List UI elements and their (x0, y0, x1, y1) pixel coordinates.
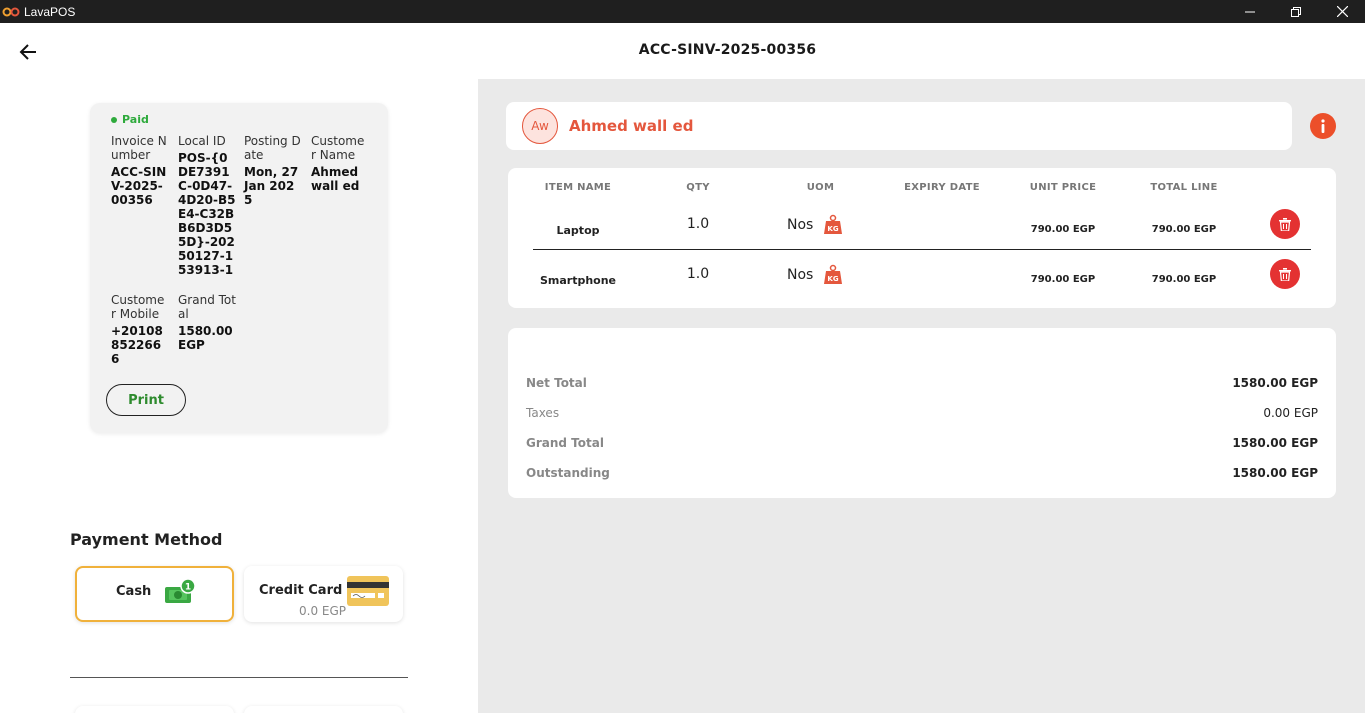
lavapos-logo-icon (2, 7, 20, 17)
totals-card: Net Total 1580.00 EGP Taxes 0.00 EGP Gra… (508, 328, 1336, 498)
weight-kg-icon: KG (822, 214, 844, 236)
unit-price-cell: 790.00 EGP (1030, 224, 1096, 235)
invoice-number-field: Invoice Number ACC-SINV-2025-00356 (111, 134, 169, 207)
uom-label: Nos (787, 217, 814, 233)
customer-mobile-label: Customer Mobile (111, 293, 165, 321)
row-divider (533, 249, 1311, 250)
close-button[interactable] (1319, 0, 1365, 23)
column-header-unit-price: UNIT PRICE (1029, 182, 1097, 193)
window-controls (1227, 0, 1365, 23)
minimize-button[interactable] (1227, 0, 1273, 23)
grand-total-field: Grand Total 1580.00 EGP (178, 293, 236, 352)
print-button[interactable]: Print (106, 384, 186, 416)
total-line-cell: 790.00 EGP (1151, 274, 1217, 285)
avatar: Aw (522, 108, 558, 144)
column-header-qty: QTY (686, 182, 710, 193)
unit-price-cell: 790.00 EGP (1030, 274, 1096, 285)
delete-item-button[interactable] (1270, 209, 1300, 239)
item-name-cell: Laptop (556, 224, 600, 237)
page-title: ACC-SINV-2025-00356 (638, 42, 817, 58)
payment-method-cash[interactable]: Cash 1 (75, 566, 234, 622)
taxes-label: Taxes (526, 406, 560, 420)
items-table: ITEM NAME QTY UOM EXPIRY DATE UNIT PRICE… (508, 168, 1336, 308)
status-label: Paid (122, 113, 149, 126)
invoice-number-value: ACC-SINV-2025-00356 (111, 165, 167, 207)
customer-bar: Aw Ahmed wall ed (506, 102, 1292, 150)
qty-cell[interactable]: 1.0 (673, 266, 723, 282)
uom-label: Nos (787, 267, 814, 283)
svg-text:KG: KG (828, 225, 839, 233)
customer-name-value: Ahmed wall ed (311, 165, 360, 193)
grand-total-value: 1580.00 EGP (178, 324, 233, 352)
outstanding-value: 1580.00 EGP (1232, 466, 1318, 480)
item-name-cell: Smartphone (539, 274, 617, 287)
status-dot-icon (111, 116, 117, 123)
column-header-item-name: ITEM NAME (544, 182, 612, 193)
grand-total-value: 1580.00 EGP (1232, 436, 1318, 450)
net-total-label: Net Total (526, 376, 587, 390)
local-id-value: POS-{0DE7391C-0D47-4D20-B5E4-C32BB6D3D55… (178, 151, 236, 277)
customer-name-label: Customer Name (311, 134, 365, 162)
local-id-label: Local ID (178, 134, 226, 148)
payment-method-title: Payment Method (70, 530, 223, 549)
app-title: LavaPOS (24, 4, 76, 19)
payment-option-card[interactable] (244, 706, 403, 713)
info-button[interactable] (1310, 113, 1336, 139)
window-titlebar: LavaPOS (0, 0, 1365, 23)
payment-method-credit-card[interactable]: Credit Card 0.0 EGP (244, 566, 403, 622)
payment-method-amount: 0.0 EGP (299, 604, 347, 618)
payment-method-label: Cash (116, 584, 152, 599)
trash-icon (1279, 217, 1291, 231)
payment-method-label: Credit Card (259, 583, 343, 598)
weight-kg-icon: KG (822, 264, 844, 286)
section-divider (70, 677, 408, 678)
uom-cell[interactable]: Nos KG (787, 214, 844, 236)
column-header-expiry-date: EXPIRY DATE (904, 182, 980, 193)
net-total-value: 1580.00 EGP (1232, 376, 1318, 390)
grand-total-label: Grand Total (178, 293, 236, 321)
customer-mobile-value: +201088522666 (111, 324, 163, 366)
invoice-summary-card: Paid Invoice Number ACC-SINV-2025-00356 … (90, 103, 388, 433)
status-badge: Paid (111, 113, 149, 126)
grand-total-label: Grand Total (526, 436, 604, 450)
column-header-total-line: TOTAL LINE (1150, 182, 1218, 193)
info-icon (1321, 119, 1325, 133)
posting-date-field: Posting Date Mon, 27 Jan 2025 (244, 134, 302, 207)
customer-name: Ahmed wall ed (569, 117, 694, 135)
posting-date-value: Mon, 27 Jan 2025 (244, 165, 299, 207)
column-header-uom: UOM (806, 182, 835, 193)
total-line-cell: 790.00 EGP (1151, 224, 1217, 235)
uom-cell[interactable]: Nos KG (787, 264, 844, 286)
qty-cell[interactable]: 1.0 (673, 216, 723, 232)
trash-icon (1279, 267, 1291, 281)
payment-option-card[interactable] (75, 706, 234, 713)
customer-name-field: Customer Name Ahmed wall ed (311, 134, 369, 193)
posting-date-label: Posting Date (244, 134, 301, 162)
cash-badge: 1 (185, 583, 191, 593)
credit-card-icon (347, 576, 389, 610)
customer-mobile-field: Customer Mobile +201088522666 (111, 293, 169, 366)
outstanding-label: Outstanding (526, 466, 610, 480)
cash-icon: 1 (162, 577, 198, 611)
local-id-field: Local ID POS-{0DE7391C-0D47-4D20-B5E4-C3… (178, 134, 236, 277)
delete-item-button[interactable] (1270, 259, 1300, 289)
invoice-number-label: Invoice Number (111, 134, 167, 162)
taxes-value: 0.00 EGP (1263, 406, 1318, 420)
restore-button[interactable] (1273, 0, 1319, 23)
svg-text:KG: KG (828, 275, 839, 283)
